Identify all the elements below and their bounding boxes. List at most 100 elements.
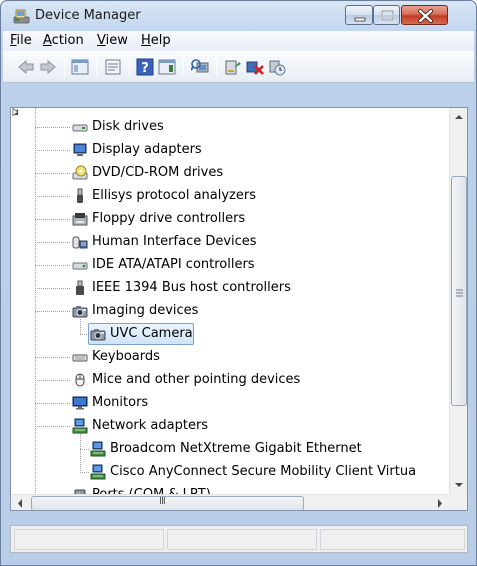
tree-item-label: Display adapters [92,142,202,157]
svg-text:?: ? [141,61,149,76]
port-icon [72,487,88,494]
scroll-thumb-grip: III [159,496,166,507]
vertical-scroll-thumb[interactable] [451,176,467,406]
tree-child-item[interactable]: Broadcom NetXtreme Gigabit Ethernet [11,438,449,460]
toolbar: ? [3,51,474,83]
device-tree-content: Disk drives Display adapters DVD/CD-ROM dr… [11,108,449,494]
status-pane [167,529,317,550]
tree-child-item[interactable]: UVC Camera [11,323,449,345]
device-manager-icon [13,9,30,24]
keyboard-icon [72,349,88,365]
menu-view[interactable]: View [97,33,128,48]
network-adapter-icon [90,464,106,480]
horizontal-scroll-thumb[interactable]: III [31,496,304,510]
horizontal-scrollbar[interactable]: III [11,494,449,511]
toolbar-separator [183,59,184,75]
device-manager-window: Device Manager File Action View Help ? D… [0,0,477,566]
tree-category-item[interactable]: DVD/CD-ROM drives [11,162,449,184]
tree-category-item[interactable]: Monitors [11,392,449,414]
disk-drive-icon [72,119,88,135]
scroll-right-icon[interactable] [431,495,449,511]
menu-action[interactable]: Action [43,33,84,48]
toolbar-separator [216,59,217,75]
network-adapter-icon [72,418,88,434]
tree-item-label: Disk drives [92,119,164,134]
camera-icon [72,303,88,319]
close-icon [418,9,433,23]
tree-item-label: Cisco AnyConnect Secure Mobility Client … [110,464,417,479]
menu-bar: File Action View Help [3,31,474,51]
scan-hardware-changes-icon[interactable] [190,58,209,76]
dvd-drive-icon [72,165,88,181]
title-bar[interactable]: Device Manager [1,1,476,31]
menu-help[interactable]: Help [141,33,171,48]
firewire-icon [72,280,88,296]
camera-icon [90,326,106,342]
back-arrow-icon[interactable] [17,58,35,76]
tree-item-label: Broadcom NetXtreme Gigabit Ethernet [110,441,362,456]
vertical-scrollbar[interactable] [449,108,467,494]
status-pane [320,529,465,550]
tree-item-label: Imaging devices [92,303,199,318]
usb-plug-icon [72,188,88,204]
toolbar-separator [129,59,130,75]
tree-category-item[interactable]: Ports (COM & LPT) [11,484,449,494]
tree-category-item[interactable]: Display adapters [11,139,449,161]
toolbar-separator [64,59,65,75]
tree-category-item[interactable]: IEEE 1394 Bus host controllers [11,277,449,299]
help-icon[interactable]: ? [136,58,154,76]
scrollbar-corner [449,494,467,510]
tree-item-label: UVC Camera [110,326,193,341]
maximize-button[interactable] [373,5,400,25]
tree-item-label: Floppy drive controllers [92,211,246,226]
toolbar-separator [96,59,97,75]
status-bar [10,525,468,553]
tree-category-item[interactable]: Floppy drive controllers [11,208,449,230]
tree-item-label: Ellisys protocol analyzers [92,188,256,203]
minimize-button[interactable] [345,5,373,25]
action-pane-icon[interactable] [158,58,176,76]
properties-icon[interactable] [104,58,122,76]
tree-item-label: Network adapters [92,418,209,433]
tree-category-item[interactable]: Human Interface Devices [11,231,449,253]
window-title: Device Manager [35,8,141,23]
tree-item-label: Keyboards [92,349,160,364]
tree-category-item[interactable]: Keyboards [11,346,449,368]
enable-device-icon[interactable] [268,58,286,76]
show-hide-console-tree-icon[interactable] [71,58,89,76]
monitor-icon [72,395,88,411]
minimize-icon [354,17,366,22]
floppy-controller-icon [72,211,88,227]
thumb-grip-icon [456,289,463,297]
maximize-icon [381,10,394,21]
tree-category-item[interactable]: Imaging devices [11,300,449,322]
network-adapter-icon [90,441,106,457]
tree-category-item[interactable]: Mice and other pointing devices [11,369,449,391]
status-pane [14,529,164,550]
tree-item-label: Monitors [92,395,149,410]
hid-icon [72,234,88,250]
tree-item-label: DVD/CD-ROM drives [92,165,224,180]
close-button[interactable] [401,5,448,25]
scroll-left-icon[interactable] [11,495,29,511]
forward-arrow-icon[interactable] [39,58,57,76]
update-driver-icon[interactable] [224,58,242,76]
tree-item-label: Mice and other pointing devices [92,372,301,387]
scroll-up-icon[interactable] [450,108,468,126]
display-adapter-icon [72,142,88,158]
tree-item-label: Human Interface Devices [92,234,257,249]
scroll-down-icon[interactable] [450,476,468,494]
tree-item-label: IEEE 1394 Bus host controllers [92,280,291,295]
tree-item-label: Ports (COM & LPT) [92,487,211,494]
uninstall-device-icon[interactable] [246,58,264,76]
device-tree[interactable]: Disk drives Display adapters DVD/CD-ROM dr… [10,107,468,511]
tree-category-item[interactable]: Network adapters [11,415,449,437]
tree-category-item[interactable]: Ellisys protocol analyzers [11,185,449,207]
tree-category-item[interactable]: Disk drives [11,116,449,138]
ide-controller-icon [72,257,88,273]
mouse-icon [72,372,88,388]
tree-category-item[interactable]: IDE ATA/ATAPI controllers [11,254,449,276]
menu-file[interactable]: File [10,33,32,48]
tree-child-item[interactable]: Cisco AnyConnect Secure Mobility Client … [11,461,449,483]
tree-item-label: IDE ATA/ATAPI controllers [92,257,255,272]
